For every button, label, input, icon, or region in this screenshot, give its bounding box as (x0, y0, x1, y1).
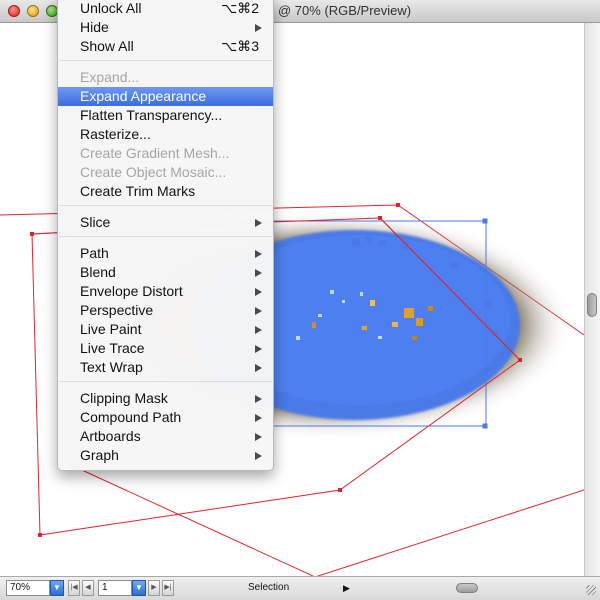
menu-item-label: Rasterize... (80, 126, 151, 142)
menu-separator (59, 205, 272, 206)
status-menu-arrow-icon[interactable]: ▶ (343, 581, 350, 595)
menu-item-label: Graph (80, 447, 119, 463)
close-window-button[interactable] (8, 5, 20, 17)
menu-item-label: Envelope Distort (80, 283, 183, 299)
menu-separator (59, 236, 272, 237)
chevron-down-icon: ▼ (53, 583, 61, 592)
submenu-arrow-icon (255, 24, 262, 32)
menu-item-hide[interactable]: Hide (58, 18, 273, 37)
skip-back-icon: |◀ (70, 584, 78, 591)
menu-item-create-trim-marks[interactable]: Create Trim Marks (58, 182, 273, 201)
last-artboard-button[interactable]: ▶| (162, 580, 174, 596)
submenu-arrow-icon (255, 414, 262, 422)
horizontal-scroll-thumb[interactable] (456, 583, 478, 593)
artboard-number-field[interactable]: 1 (98, 580, 132, 596)
menu-item-expand: Expand... (58, 68, 273, 87)
status-bar: 70% ▼ |◀ ◀ 1 ▼ ▶ ▶| Selection ▶ (0, 576, 600, 600)
menu-item-expand-appearance[interactable]: Expand Appearance (58, 87, 273, 106)
menu-item-create-object-mosaic: Create Object Mosaic... (58, 163, 273, 182)
submenu-arrow-icon (255, 433, 262, 441)
previous-icon: ◀ (85, 584, 91, 591)
submenu-arrow-icon (255, 345, 262, 353)
menu-item-label: Live Trace (80, 340, 145, 356)
menu-item-unlock-all[interactable]: Unlock All ⌥⌘2 (58, 0, 273, 18)
menu-item-label: Unlock All (80, 0, 142, 16)
menu-item-label: Blend (80, 264, 116, 280)
submenu-arrow-icon (255, 269, 262, 277)
menu-item-clipping-mask[interactable]: Clipping Mask (58, 389, 273, 408)
menu-item-label: Expand... (80, 69, 140, 85)
menu-item-label: Hide (80, 19, 109, 35)
submenu-arrow-icon (255, 307, 262, 315)
object-menu: Unlock All ⌥⌘2 Hide Show All ⌥⌘3 Expand.… (57, 0, 274, 471)
menu-item-label: Clipping Mask (80, 390, 168, 406)
vertical-scroll-thumb[interactable] (587, 293, 597, 317)
resize-grip[interactable] (586, 585, 596, 595)
menu-item-shortcut: ⌥⌘2 (221, 0, 259, 16)
window-title: @ 70% (RGB/Preview) (278, 3, 412, 18)
minimize-window-button[interactable] (27, 5, 39, 17)
menu-item-text-wrap[interactable]: Text Wrap (58, 358, 273, 377)
menu-item-compound-path[interactable]: Compound Path (58, 408, 273, 427)
menu-item-label: Create Object Mosaic... (80, 164, 227, 180)
zoom-dropdown-button[interactable]: ▼ (50, 580, 64, 596)
vertical-scrollbar[interactable] (584, 23, 600, 576)
menu-item-slice[interactable]: Slice (58, 213, 273, 232)
menu-item-blend[interactable]: Blend (58, 263, 273, 282)
menu-item-label: Path (80, 245, 109, 261)
submenu-arrow-icon (255, 452, 262, 460)
menu-item-label: Perspective (80, 302, 154, 318)
submenu-arrow-icon (255, 364, 262, 372)
menu-item-label: Slice (80, 214, 111, 230)
menu-item-flatten-transparency[interactable]: Flatten Transparency... (58, 106, 273, 125)
menu-item-rasterize[interactable]: Rasterize... (58, 125, 273, 144)
menu-separator (59, 381, 272, 382)
menu-item-live-paint[interactable]: Live Paint (58, 320, 273, 339)
submenu-arrow-icon (255, 326, 262, 334)
submenu-arrow-icon (255, 250, 262, 258)
next-artboard-button[interactable]: ▶ (148, 580, 160, 596)
menu-item-label: Show All (80, 38, 134, 54)
menu-item-label: Create Gradient Mesh... (80, 145, 230, 161)
menu-item-label: Flatten Transparency... (80, 107, 223, 123)
menu-item-label: Expand Appearance (80, 88, 207, 104)
menu-separator (59, 60, 272, 61)
menu-item-artboards[interactable]: Artboards (58, 427, 273, 446)
menu-item-path[interactable]: Path (58, 244, 273, 263)
menu-item-shortcut: ⌥⌘3 (221, 38, 259, 54)
submenu-arrow-icon (255, 395, 262, 403)
first-artboard-button[interactable]: |◀ (68, 580, 80, 596)
menu-item-label: Create Trim Marks (80, 183, 196, 199)
menu-item-label: Compound Path (80, 409, 182, 425)
menu-item-create-gradient-mesh: Create Gradient Mesh... (58, 144, 273, 163)
menu-item-show-all[interactable]: Show All ⌥⌘3 (58, 37, 273, 56)
menu-item-envelope-distort[interactable]: Envelope Distort (58, 282, 273, 301)
menu-item-label: Live Paint (80, 321, 142, 337)
menu-item-perspective[interactable]: Perspective (58, 301, 273, 320)
illustrator-window: @ 70% (RGB/Preview) 70% ▼ |◀ ◀ 1 ▼ ▶ ▶| … (0, 0, 600, 600)
chevron-down-icon: ▼ (135, 583, 143, 592)
skip-forward-icon: ▶| (164, 584, 172, 591)
menu-item-live-trace[interactable]: Live Trace (58, 339, 273, 358)
zoom-level-field[interactable]: 70% (6, 580, 50, 596)
submenu-arrow-icon (255, 288, 262, 296)
next-icon: ▶ (151, 584, 157, 591)
menu-item-graph[interactable]: Graph (58, 446, 273, 465)
submenu-arrow-icon (255, 219, 262, 227)
menu-item-label: Artboards (80, 428, 141, 444)
menu-item-label: Text Wrap (80, 359, 143, 375)
artboard-dropdown-button[interactable]: ▼ (132, 580, 146, 596)
previous-artboard-button[interactable]: ◀ (82, 580, 94, 596)
current-tool-label[interactable]: Selection (248, 581, 289, 595)
